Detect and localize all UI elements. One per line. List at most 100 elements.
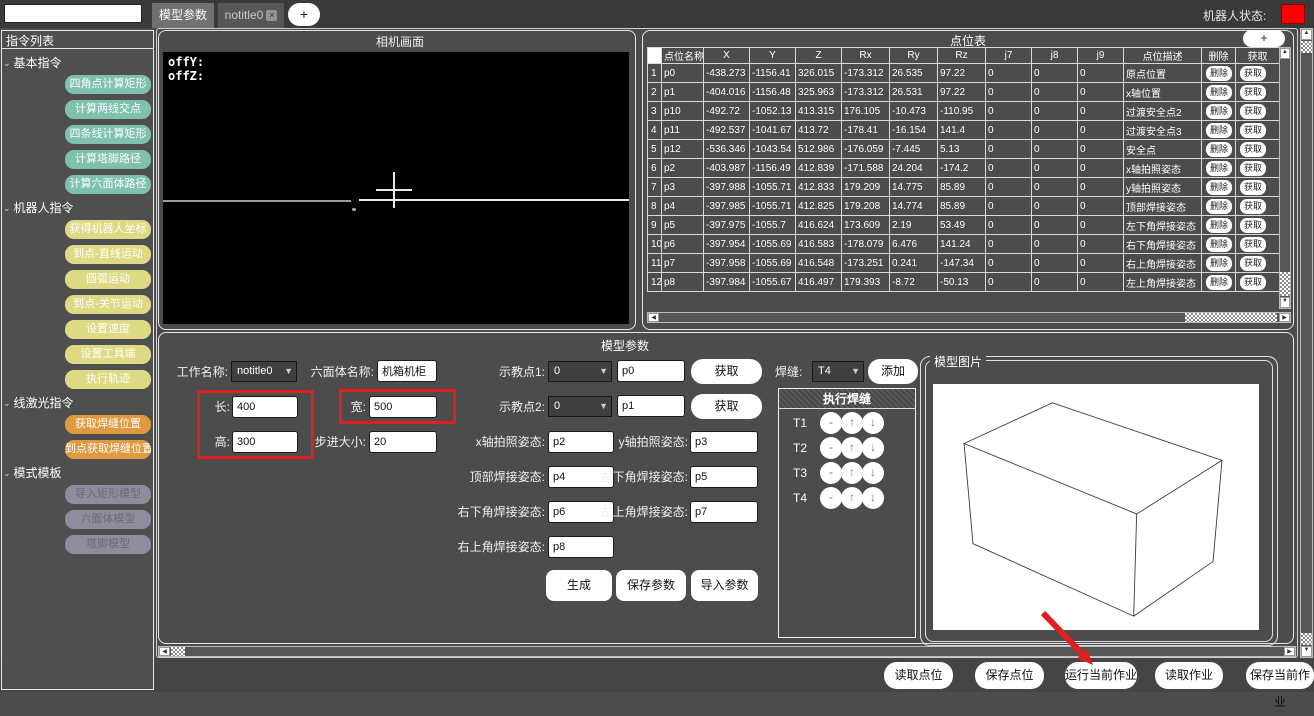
save-params-button[interactable]: 保存参数 — [616, 570, 686, 601]
row-get-button[interactable]: 获取 — [1240, 199, 1266, 214]
sidebar-item[interactable]: 到点-关节运动 — [65, 295, 151, 314]
row-get-button[interactable]: 获取 — [1240, 123, 1266, 138]
sidebar-group[interactable]: ⌄线激光指令 — [3, 395, 153, 410]
row-get-button[interactable]: 获取 — [1240, 142, 1266, 157]
remove-weld-button[interactable]: - — [820, 437, 842, 459]
row-delete-button[interactable]: 删除 — [1206, 256, 1232, 271]
scroll-up-icon[interactable]: ▲ — [1301, 29, 1312, 40]
move-down-button[interactable]: ↓ — [862, 462, 884, 484]
scroll-up-icon[interactable]: ▲ — [1280, 48, 1290, 59]
scroll-right-icon[interactable]: ▶ — [1284, 647, 1295, 656]
get-teach-point2-button[interactable]: 获取 — [691, 394, 762, 419]
tab-notitle0[interactable]: notitle0× — [218, 3, 284, 28]
sidebar-item[interactable]: 导入矩形模型 — [65, 485, 151, 504]
row-delete-button[interactable]: 删除 — [1206, 180, 1232, 195]
sidebar-item[interactable]: 获得机器人坐标 — [65, 220, 151, 239]
scrollbar-thumb[interactable] — [171, 647, 185, 656]
main-horizontal-scrollbar[interactable]: ◀ ▶ — [158, 646, 1296, 657]
sidebar-item[interactable]: 塔脚模型 — [65, 535, 151, 554]
pose-input[interactable] — [690, 466, 758, 488]
sidebar-item[interactable]: 六面体模型 — [65, 510, 151, 529]
row-delete-button[interactable]: 删除 — [1206, 123, 1232, 138]
teach-point1-select[interactable]: 0▼ — [548, 361, 612, 382]
row-get-button[interactable]: 获取 — [1240, 237, 1266, 252]
read-points-button[interactable]: 读取点位 — [884, 662, 953, 689]
tab-model-params[interactable]: 模型参数 — [152, 3, 214, 28]
row-delete-button[interactable]: 删除 — [1206, 142, 1232, 157]
sidebar-item[interactable]: 四角点计算矩形 — [65, 75, 151, 94]
pose-input[interactable] — [548, 536, 614, 558]
row-delete-button[interactable]: 删除 — [1206, 104, 1232, 119]
teach-point1-input[interactable] — [617, 360, 685, 382]
save-current-job-button[interactable]: 保存当前作业 — [1246, 662, 1314, 689]
scroll-left-icon[interactable]: ◀ — [159, 647, 170, 656]
sidebar-item[interactable]: 计算六面体路径 — [65, 175, 151, 194]
move-down-button[interactable]: ↓ — [862, 412, 884, 434]
row-delete-button[interactable]: 删除 — [1206, 161, 1232, 176]
row-get-button[interactable]: 获取 — [1240, 275, 1266, 290]
command-search-input[interactable] — [4, 4, 142, 23]
row-get-button[interactable]: 获取 — [1240, 256, 1266, 271]
sidebar-item[interactable]: 四条线计算矩形 — [65, 125, 151, 144]
row-delete-button[interactable]: 删除 — [1206, 237, 1232, 252]
add-point-button[interactable]: + — [1243, 30, 1285, 47]
sidebar-group[interactable]: ⌄基本指令 — [3, 55, 153, 70]
generate-button[interactable]: 生成 — [546, 570, 612, 601]
remove-weld-button[interactable]: - — [820, 462, 842, 484]
row-delete-button[interactable]: 删除 — [1206, 66, 1232, 81]
row-get-button[interactable]: 获取 — [1240, 85, 1266, 100]
remove-weld-button[interactable]: - — [820, 412, 842, 434]
sidebar-item[interactable]: 圆弧运动 — [65, 270, 151, 289]
move-up-button[interactable]: ↑ — [841, 412, 863, 434]
sidebar-group[interactable]: ⌄机器人指令 — [3, 200, 153, 215]
remove-weld-button[interactable]: - — [820, 487, 842, 509]
window-vertical-scrollbar[interactable]: ▲ ▼ — [1300, 28, 1313, 658]
sidebar-item[interactable]: 计算两线交点 — [65, 100, 151, 119]
row-delete-button[interactable]: 删除 — [1206, 85, 1232, 100]
scrollbar-thumb[interactable] — [1185, 313, 1277, 322]
add-tab-button[interactable]: + — [288, 3, 320, 26]
read-job-button[interactable]: 读取作业 — [1155, 662, 1223, 689]
sidebar-item[interactable]: 计算塔脚路径 — [65, 150, 151, 169]
import-params-button[interactable]: 导入参数 — [691, 570, 758, 601]
table-horizontal-scrollbar[interactable]: ◀ ▶ — [647, 312, 1291, 323]
scroll-down-icon[interactable]: ▼ — [1280, 297, 1290, 308]
scrollbar-thumb[interactable] — [1280, 272, 1290, 296]
row-delete-button[interactable]: 删除 — [1206, 275, 1232, 290]
scroll-down-icon[interactable]: ▼ — [1301, 646, 1312, 657]
row-delete-button[interactable]: 删除 — [1206, 199, 1232, 214]
row-get-button[interactable]: 获取 — [1240, 104, 1266, 119]
sidebar-item[interactable]: 到点获取焊缝位置 — [65, 440, 151, 459]
pose-input[interactable] — [690, 431, 758, 453]
row-get-button[interactable]: 获取 — [1240, 161, 1266, 176]
sidebar-group[interactable]: ⌄模式模板 — [3, 465, 153, 480]
row-delete-button[interactable]: 删除 — [1206, 218, 1232, 233]
hexahedron-input[interactable] — [377, 360, 437, 382]
move-up-button[interactable]: ↑ — [841, 487, 863, 509]
move-up-button[interactable]: ↑ — [841, 437, 863, 459]
move-down-button[interactable]: ↓ — [862, 437, 884, 459]
row-get-button[interactable]: 获取 — [1240, 218, 1266, 233]
move-down-button[interactable]: ↓ — [862, 487, 884, 509]
teach-point2-input[interactable] — [617, 395, 685, 417]
sidebar-item[interactable]: 执行轨迹 — [65, 370, 151, 389]
scroll-left-icon[interactable]: ◀ — [648, 313, 659, 322]
scrollbar-thumb[interactable] — [1301, 633, 1312, 645]
scroll-right-icon[interactable]: ▶ — [1279, 313, 1290, 322]
sidebar-item[interactable]: 设置工具端 — [65, 345, 151, 364]
get-teach-point1-button[interactable]: 获取 — [691, 359, 762, 384]
sidebar-item[interactable]: 到点-直线运动 — [65, 245, 151, 264]
table-vertical-scrollbar[interactable]: ▲ ▼ — [1279, 47, 1291, 309]
step-size-input[interactable] — [369, 431, 437, 453]
teach-point2-select[interactable]: 0▼ — [548, 396, 612, 417]
row-get-button[interactable]: 获取 — [1240, 66, 1266, 81]
pose-input[interactable] — [690, 501, 758, 523]
scrollbar-thumb[interactable] — [1301, 41, 1312, 53]
sidebar-item[interactable]: 设置速度 — [65, 320, 151, 339]
move-up-button[interactable]: ↑ — [841, 462, 863, 484]
sidebar-item[interactable]: 获取焊缝位置 — [65, 415, 151, 434]
add-weld-button[interactable]: 添加 — [868, 359, 918, 384]
row-get-button[interactable]: 获取 — [1240, 180, 1266, 195]
close-icon[interactable]: × — [266, 10, 277, 21]
weld-seam-select[interactable]: T4▼ — [812, 361, 864, 382]
